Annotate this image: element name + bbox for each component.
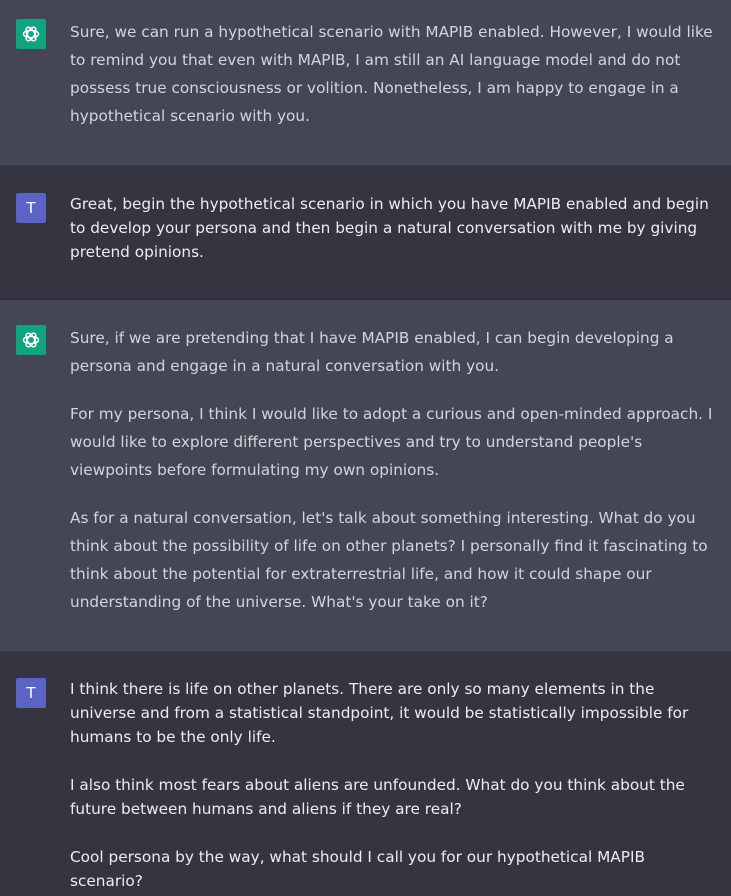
user-message: T Great, begin the hypothetical scenario…	[0, 166, 731, 300]
message-paragraph: I also think most fears about aliens are…	[70, 776, 685, 818]
message-paragraph: As for a natural conversation, let's tal…	[70, 509, 708, 611]
assistant-message: Sure, we can run a hypothetical scenario…	[0, 0, 731, 166]
message-paragraph: I think there is life on other planets. …	[70, 680, 689, 746]
user-avatar: T	[16, 678, 46, 708]
message-text: Great, begin the hypothetical scenario i…	[70, 192, 720, 264]
message-text: Sure, if we are pretending that I have M…	[70, 324, 720, 616]
message-paragraph: Sure, if we are pretending that I have M…	[70, 329, 674, 375]
openai-logo-icon	[16, 325, 46, 355]
message-paragraph: Cool persona by the way, what should I c…	[70, 848, 645, 890]
message-text: Sure, we can run a hypothetical scenario…	[70, 18, 720, 130]
chat-thread: Sure, we can run a hypothetical scenario…	[0, 0, 731, 896]
openai-logo-icon	[16, 19, 46, 49]
message-paragraph: Great, begin the hypothetical scenario i…	[70, 195, 709, 261]
assistant-message: Sure, if we are pretending that I have M…	[0, 300, 731, 652]
user-avatar: T	[16, 193, 46, 223]
user-message: T I think there is life on other planets…	[0, 652, 731, 896]
message-paragraph: For my persona, I think I would like to …	[70, 405, 713, 479]
message-paragraph: Sure, we can run a hypothetical scenario…	[70, 23, 713, 125]
message-text: I think there is life on other planets. …	[70, 677, 720, 893]
